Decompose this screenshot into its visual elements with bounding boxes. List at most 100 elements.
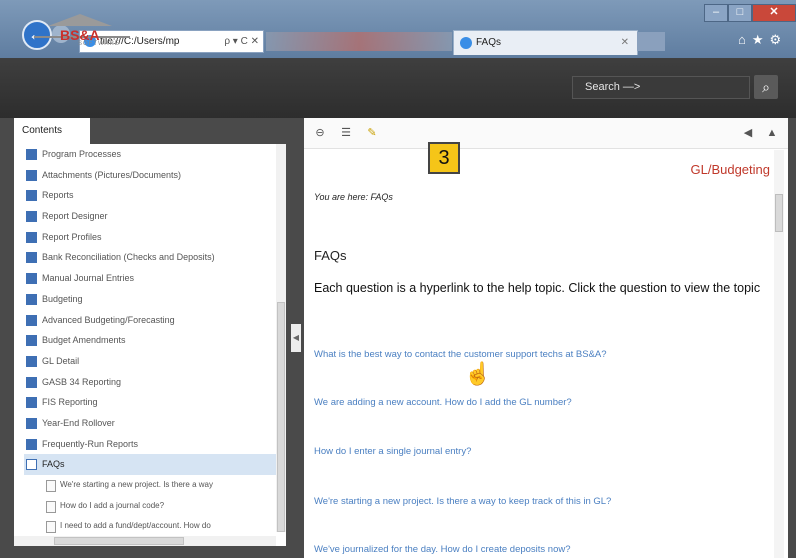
toc-item-label: GASB 34 Reporting	[42, 376, 122, 387]
book-icon	[26, 355, 37, 367]
logo-subtext: SOFTWARE	[78, 41, 120, 47]
faq-link[interactable]: We're starting a new project. Is there a…	[314, 496, 611, 507]
book-icon	[26, 190, 37, 202]
topic-panel: ⊖ ☰ ✎ ◀ ▲ 3 GL/Budgeting You are here: F…	[304, 118, 788, 558]
toc-subitem[interactable]: I need to add a fund/dept/account. How d…	[24, 516, 276, 537]
toc-item-label: Manual Journal Entries	[42, 273, 135, 284]
window-controls: – □ ✕	[704, 4, 796, 22]
book-icon	[26, 273, 37, 285]
collapse-panel-icon[interactable]: ◀	[291, 324, 301, 352]
new-tab-button[interactable]	[637, 32, 665, 51]
toc-item[interactable]: Attachments (Pictures/Documents)	[24, 165, 276, 186]
toc-subitem-label: How do I add a journal code?	[60, 500, 165, 510]
topic-vertical-scrollbar[interactable]	[774, 150, 784, 558]
toc-item-label: Report Designer	[42, 211, 108, 222]
search-icon[interactable]: ⌕	[754, 75, 778, 99]
toc-item-label: Budgeting	[42, 293, 83, 304]
book-icon	[26, 397, 37, 409]
step-badge: 3	[428, 142, 460, 174]
page-icon	[46, 480, 56, 492]
tab-blurred[interactable]	[266, 32, 452, 51]
toc-item-label: Year-End Rollover	[42, 417, 115, 428]
highlight-icon[interactable]: ✎	[364, 125, 380, 141]
toc-item-label: Budget Amendments	[42, 335, 126, 346]
toc-item[interactable]: Year-End Rollover	[24, 413, 276, 434]
toc-item[interactable]: Bank Reconciliation (Checks and Deposits…	[24, 247, 276, 268]
tab-faqs[interactable]: FAQs ✕	[453, 30, 638, 55]
toc-vertical-scrollbar[interactable]	[276, 144, 286, 532]
open-book-icon	[26, 459, 37, 471]
book-icon	[26, 376, 37, 388]
toc-item[interactable]: Reports	[24, 185, 276, 206]
book-icon	[26, 211, 37, 223]
faq-link[interactable]: We are adding a new account. How do I ad…	[314, 397, 572, 408]
up-arrow-icon[interactable]: ▲	[764, 125, 780, 141]
toc-item-label: Reports	[42, 190, 74, 201]
book-icon	[26, 169, 37, 181]
back-arrow-icon[interactable]: ◀	[740, 125, 756, 141]
toc-subitem[interactable]: We're starting a new project. Is there a…	[24, 475, 276, 496]
toc-item[interactable]: Program Processes	[24, 144, 276, 165]
toc-tree: Program Processes Attachments (Pictures/…	[24, 144, 276, 537]
toc-item-label: GL Detail	[42, 355, 80, 366]
topic-toolbar: ⊖ ☰ ✎ ◀ ▲	[304, 118, 788, 149]
page-title: FAQs	[314, 248, 347, 263]
tab-title: FAQs	[476, 37, 502, 48]
faq-link[interactable]: We've journalized for the day. How do I …	[314, 544, 571, 555]
toc-item[interactable]: GL Detail	[24, 351, 276, 372]
hand-cursor-icon: ☝	[464, 361, 492, 386]
book-icon	[26, 417, 37, 429]
toc-subitem-label: I need to add a fund/dept/account. How d…	[60, 521, 211, 531]
section-title: GL/Budgeting	[690, 162, 770, 177]
toc-item-label: FAQs	[42, 459, 65, 470]
toc-item-label: Bank Reconciliation (Checks and Deposits…	[42, 252, 215, 263]
toc-item-label: Frequently-Run Reports	[42, 438, 139, 449]
minimize-button[interactable]: –	[704, 4, 728, 22]
toc-item[interactable]: FIS Reporting	[24, 392, 276, 413]
toc-item[interactable]: Report Profiles	[24, 227, 276, 248]
browser-tools-icons[interactable]: ⌂★⚙	[738, 32, 787, 48]
maximize-button[interactable]: □	[728, 4, 752, 22]
book-icon	[26, 252, 37, 264]
toc-item[interactable]: Frequently-Run Reports	[24, 434, 276, 455]
book-icon	[26, 335, 37, 347]
toc-item-label: Attachments (Pictures/Documents)	[42, 169, 182, 180]
intro-text: Each question is a hyperlink to the help…	[314, 281, 761, 295]
toc-item-faqs[interactable]: FAQs	[24, 454, 276, 475]
faq-link[interactable]: How do I enter a single journal entry?	[314, 446, 471, 457]
toc-item[interactable]: Report Designer	[24, 206, 276, 227]
contents-panel: Program Processes Attachments (Pictures/…	[14, 144, 286, 546]
logo-roof-icon	[48, 14, 112, 26]
toc-item[interactable]: Budget Amendments	[24, 330, 276, 351]
scroll-thumb[interactable]	[775, 194, 783, 232]
book-icon	[26, 293, 37, 305]
tab-close-icon[interactable]: ✕	[621, 31, 629, 55]
list-icon[interactable]: ☰	[338, 125, 354, 141]
toc-horizontal-scrollbar[interactable]	[14, 536, 276, 546]
toc-item-label: Program Processes	[42, 149, 122, 159]
tab-contents[interactable]: Contents	[14, 118, 90, 144]
close-window-button[interactable]: ✕	[752, 4, 796, 22]
toc-item[interactable]: Manual Journal Entries	[24, 268, 276, 289]
scroll-thumb[interactable]	[54, 537, 184, 545]
toc-item-label: Advanced Budgeting/Forecasting	[42, 314, 175, 325]
page-icon	[46, 500, 56, 513]
toc-item[interactable]: Advanced Budgeting/Forecasting	[24, 310, 276, 331]
book-icon	[26, 231, 37, 243]
toc-item-label: FIS Reporting	[42, 397, 98, 408]
breadcrumb: You are here: FAQs	[314, 192, 393, 202]
address-controls[interactable]: ρ ▾ C ✕	[224, 31, 259, 52]
book-icon	[26, 314, 37, 326]
scroll-thumb[interactable]	[277, 302, 285, 532]
toc-item[interactable]: Budgeting	[24, 289, 276, 310]
toc-subitem[interactable]: How do I add a journal code?	[24, 496, 276, 517]
book-icon	[26, 438, 37, 450]
search-input[interactable]: Search —>	[572, 76, 750, 99]
search-placeholder: Search —>	[585, 81, 641, 93]
faq-link[interactable]: What is the best way to contact the cust…	[314, 349, 607, 360]
print-icon[interactable]: ⊖	[312, 125, 328, 141]
toc-item[interactable]: GASB 34 Reporting	[24, 372, 276, 393]
toc-subitem-label: We're starting a new project. Is there a…	[60, 480, 214, 489]
bsa-logo: BS&A SOFTWARE	[34, 14, 130, 52]
book-icon	[26, 149, 37, 160]
